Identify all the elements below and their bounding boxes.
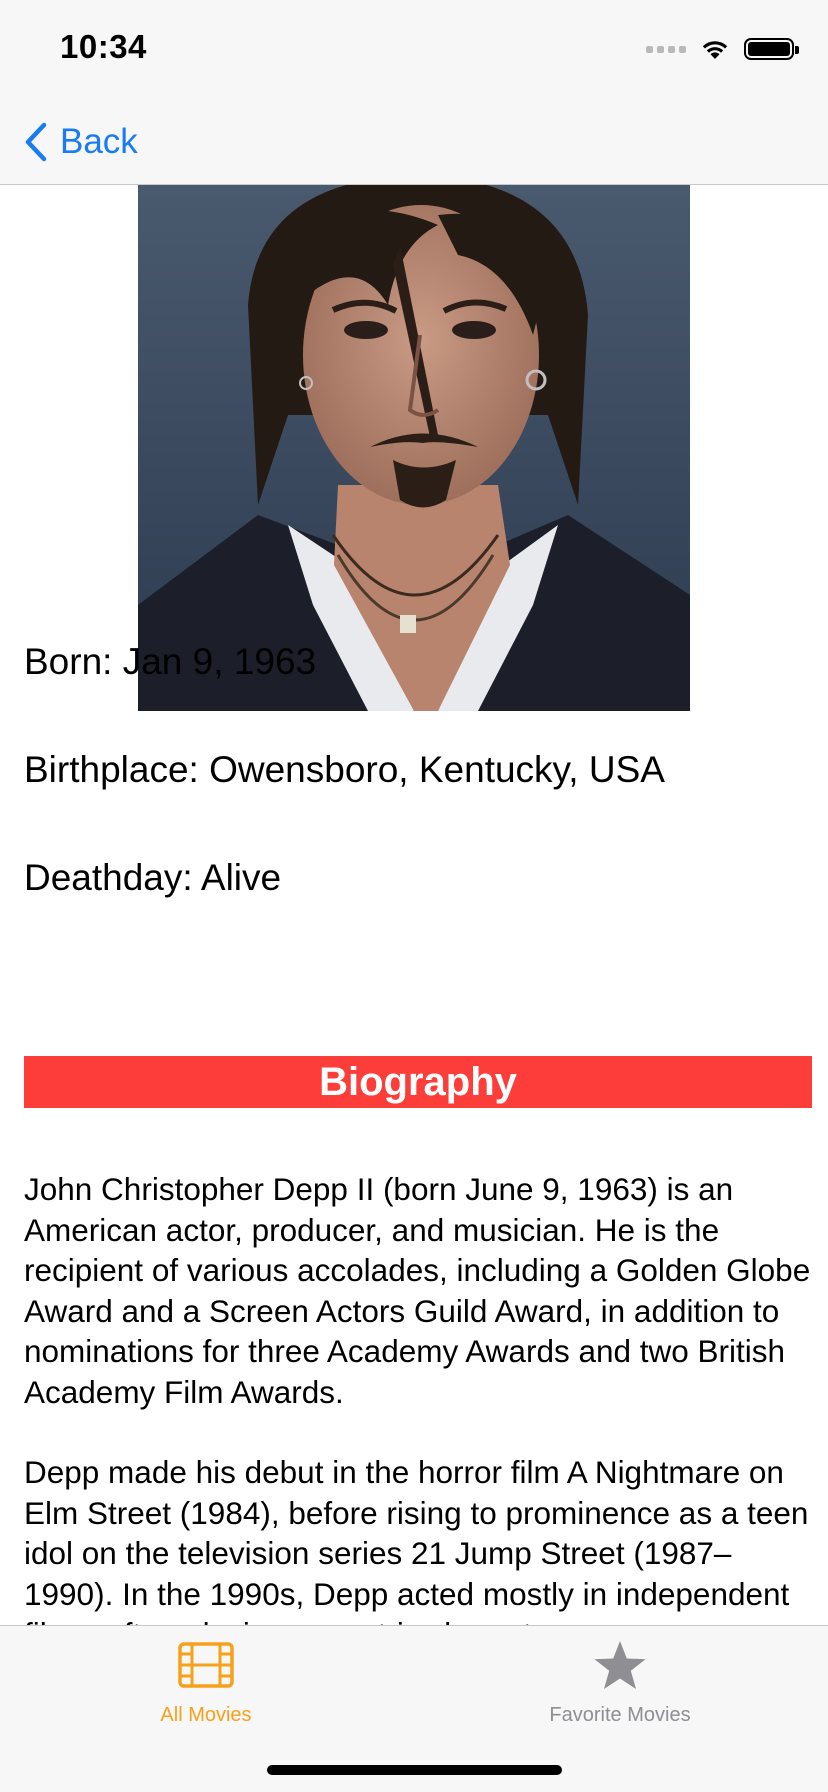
wifi-icon [702,41,728,59]
back-button[interactable]: Back [24,116,138,168]
tab-bar: All Movies Favorite Movies [0,1625,828,1792]
biography-paragraph: John Christopher Depp II (born June 9, 1… [24,1171,811,1410]
actor-photo [138,185,690,711]
tab-all-movies[interactable]: All Movies [76,1640,336,1740]
biography-text: John Christopher Depp II (born June 9, 1… [24,1169,814,1625]
actor-detail-screen: 10:34 Back Born: Jan 9, 1963 Birthplace:… [0,0,828,1792]
film-icon [178,1642,234,1688]
tab-favorite-movies[interactable]: Favorite Movies [490,1640,750,1740]
deathday-label: Deathday: Alive [24,857,282,898]
actor-details-content[interactable]: Born: Jan 9, 1963 Birthplace: Owensboro,… [0,185,828,1625]
cellular-signal-icon [646,45,686,53]
status-time: 10:34 [60,28,147,65]
battery-icon [744,38,799,60]
tab-all-movies-label: All Movies [160,1704,252,1726]
biography-paragraph: Depp made his debut in the horror film A… [24,1454,809,1625]
status-bar: 10:34 [0,0,828,100]
home-indicator[interactable] [267,1765,562,1775]
chevron-left-icon [25,122,47,162]
biography-header: Biography [24,1056,812,1108]
navigation-bar: Back [0,100,828,185]
status-icons [646,36,799,62]
birthplace-label: Birthplace: Owensboro, Kentucky, USA [24,749,665,790]
star-icon [594,1641,646,1689]
back-label: Back [60,122,138,161]
tab-favorite-movies-label: Favorite Movies [549,1704,691,1726]
born-label: Born: Jan 9, 1963 [24,641,317,682]
